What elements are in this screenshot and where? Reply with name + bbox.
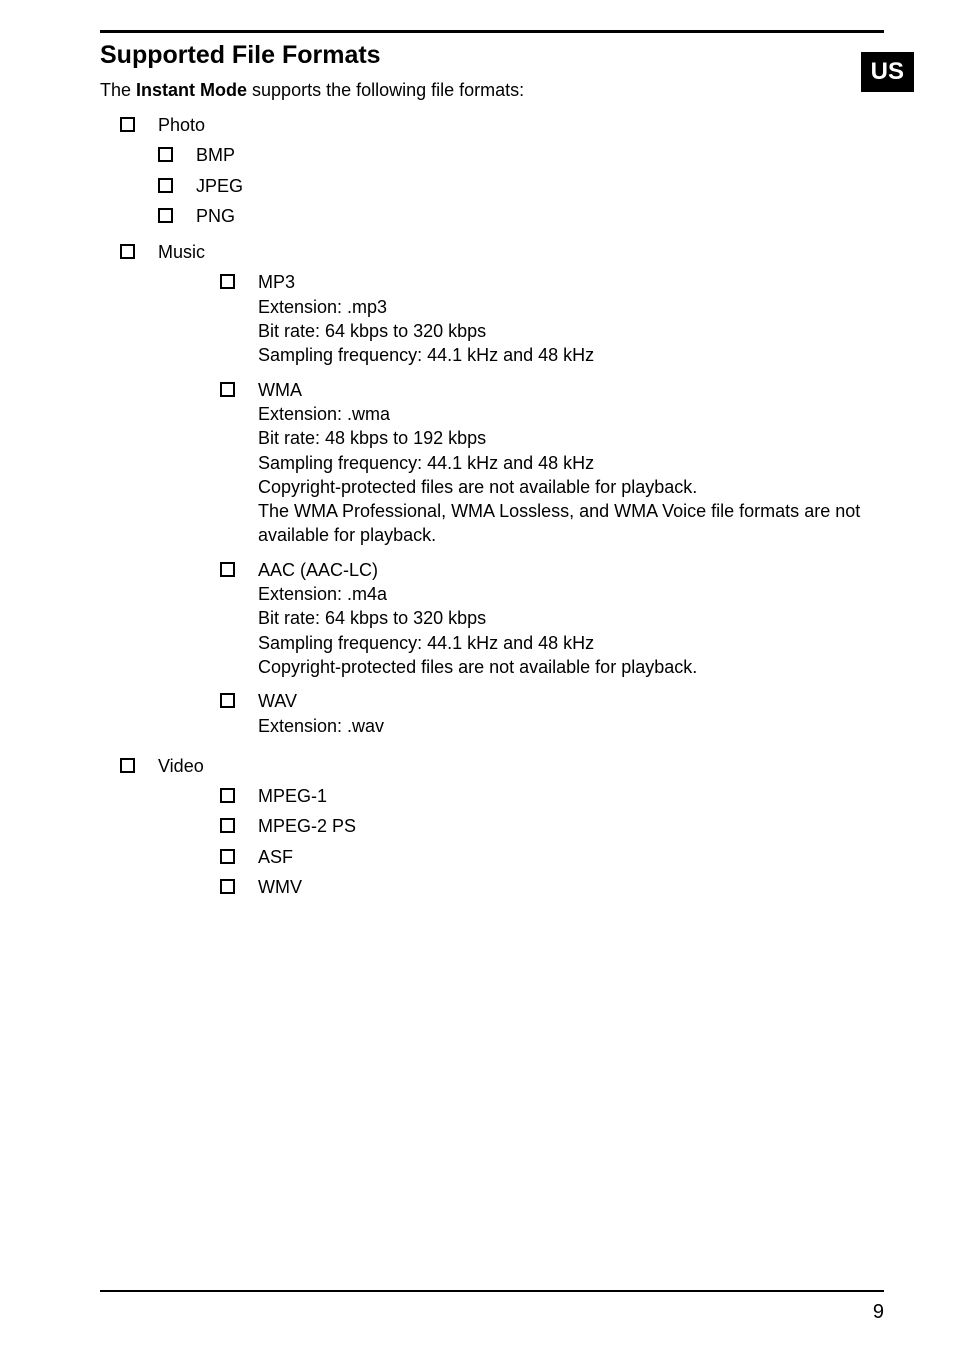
item-label: BMP xyxy=(196,143,884,167)
region-badge: US xyxy=(861,52,914,92)
bullet-icon xyxy=(158,208,172,222)
music-items: MP3 Extension: .mp3 Bit rate: 64 kbps to… xyxy=(220,270,884,741)
bullet-icon xyxy=(220,788,234,802)
bullet-icon xyxy=(220,562,234,576)
detail-line: Copyright-protected files are not availa… xyxy=(258,475,884,499)
item-label: WMV xyxy=(258,875,884,899)
bullet-icon xyxy=(220,274,234,288)
section-music: Music MP3 Extension: .mp3 Bit rate: 64 k… xyxy=(120,240,884,748)
intro-bold: Instant Mode xyxy=(136,80,247,100)
bullet-icon xyxy=(220,879,234,893)
detail-line: Extension: .m4a xyxy=(258,582,884,606)
section-label: Video xyxy=(158,754,884,778)
item-aac: AAC (AAC-LC) Extension: .m4a Bit rate: 6… xyxy=(220,558,884,683)
detail-line: Extension: .wav xyxy=(258,714,884,738)
item-label: WMA xyxy=(258,378,884,402)
bullet-icon xyxy=(220,382,234,396)
item-asf: ASF xyxy=(220,845,884,869)
item-mpeg2ps: MPEG-2 PS xyxy=(220,814,884,838)
bullet-icon xyxy=(158,178,172,192)
item-label: JPEG xyxy=(196,174,884,198)
bullet-icon xyxy=(120,758,134,772)
bullet-icon xyxy=(220,849,234,863)
item-mpeg1: MPEG-1 xyxy=(220,784,884,808)
bullet-icon xyxy=(220,693,234,707)
item-wmv: WMV xyxy=(220,875,884,899)
intro-prefix: The xyxy=(100,80,136,100)
item-label: PNG xyxy=(196,204,884,228)
detail-line: Bit rate: 48 kbps to 192 kbps xyxy=(258,426,884,450)
photo-items: BMP JPEG PNG xyxy=(158,143,884,228)
detail-line: Copyright-protected files are not availa… xyxy=(258,655,884,679)
page-number: 9 xyxy=(873,1301,884,1324)
bullet-icon xyxy=(120,117,134,131)
detail-line: Sampling frequency: 44.1 kHz and 48 kHz xyxy=(258,631,884,655)
item-bmp: BMP xyxy=(158,143,884,167)
item-label: WAV xyxy=(258,689,884,713)
item-label: MPEG-1 xyxy=(258,784,884,808)
item-label: AAC (AAC-LC) xyxy=(258,558,884,582)
section-list: Photo BMP JPEG PNG Music xyxy=(120,113,884,905)
section-label: Photo xyxy=(158,113,884,137)
item-label: ASF xyxy=(258,845,884,869)
bullet-icon xyxy=(158,147,172,161)
intro-suffix: supports the following file formats: xyxy=(247,80,524,100)
section-video: Video MPEG-1 MPEG-2 PS ASF WMV xyxy=(120,754,884,905)
detail-line: Bit rate: 64 kbps to 320 kbps xyxy=(258,319,884,343)
item-label: MPEG-2 PS xyxy=(258,814,884,838)
bottom-rule xyxy=(100,1290,884,1292)
item-png: PNG xyxy=(158,204,884,228)
video-items: MPEG-1 MPEG-2 PS ASF WMV xyxy=(220,784,884,899)
top-rule xyxy=(100,30,884,33)
detail-line: Extension: .wma xyxy=(258,402,884,426)
item-wma: WMA Extension: .wma Bit rate: 48 kbps to… xyxy=(220,378,884,552)
bullet-icon xyxy=(220,818,234,832)
detail-line: Sampling frequency: 44.1 kHz and 48 kHz xyxy=(258,343,884,367)
item-wav: WAV Extension: .wav xyxy=(220,689,884,742)
detail-line: Sampling frequency: 44.1 kHz and 48 kHz xyxy=(258,451,884,475)
section-photo: Photo BMP JPEG PNG xyxy=(120,113,884,234)
detail-line: The WMA Professional, WMA Lossless, and … xyxy=(258,499,884,548)
item-label: MP3 xyxy=(258,270,884,294)
item-mp3: MP3 Extension: .mp3 Bit rate: 64 kbps to… xyxy=(220,270,884,371)
page-heading: Supported File Formats xyxy=(100,41,884,70)
detail-line: Extension: .mp3 xyxy=(258,295,884,319)
detail-line: Bit rate: 64 kbps to 320 kbps xyxy=(258,606,884,630)
section-label: Music xyxy=(158,240,884,264)
intro-text: The Instant Mode supports the following … xyxy=(100,80,884,101)
item-jpeg: JPEG xyxy=(158,174,884,198)
bullet-icon xyxy=(120,244,134,258)
